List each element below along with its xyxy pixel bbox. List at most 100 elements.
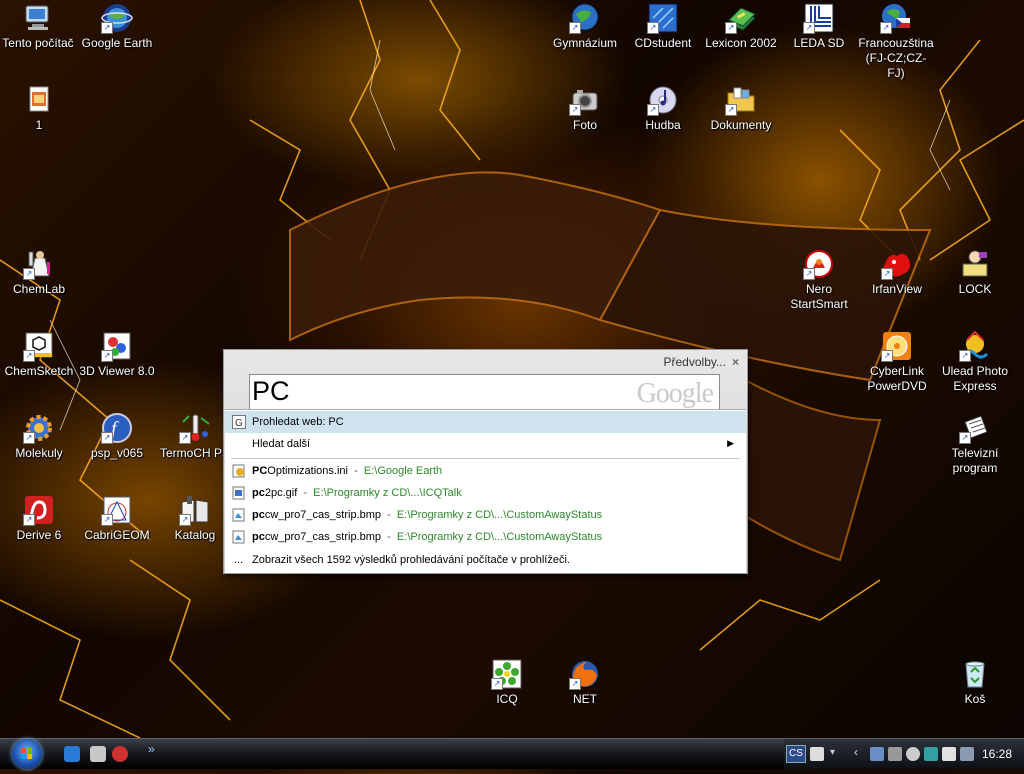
ie-quicklaunch-icon[interactable] [64,746,80,762]
desktop-icon-gymnazium[interactable]: ↗ Gymnázium [547,2,623,51]
desktop-icon-label: ChemSketch [4,364,74,378]
desktop-icon-label: psp_v065 [90,446,144,460]
result-match: pc [252,509,265,521]
device-icon[interactable] [888,747,902,761]
submenu-arrow-icon: ▶ [727,438,734,448]
search-more-row[interactable]: Hledat další ▶ [225,433,746,455]
shortcut-arrow-icon: ↗ [23,514,35,526]
shortcut-arrow-icon: ↗ [101,432,113,444]
desktop-icon-televizni-program[interactable]: ↗ Televizní program [937,412,1013,476]
desktop-icon-leda-sd[interactable]: ↗ LEDA SD [781,2,857,51]
desktop-icon-derive-6[interactable]: ↗ Derive 6 [1,494,77,543]
desktop-icon-chemsketch[interactable]: ↗ ChemSketch [1,330,77,379]
music-disc-icon: ↗ [647,84,679,116]
start-button[interactable] [12,739,42,769]
leda-icon: ↗ [803,2,835,34]
desktop-icon-lexicon-2002[interactable]: ↗ Lexicon 2002 [703,2,779,51]
flash-icon: f ↗ [101,412,133,444]
desktop-icon-molekuly[interactable]: ↗ Molekuly [1,412,77,461]
desktop-icon-this-pc[interactable]: Tento počítač [0,2,76,51]
desktop-icon-label: Koš [964,692,986,706]
volume-icon[interactable] [960,747,974,761]
tray-options-icon[interactable]: ▾ [830,747,844,761]
chemsketch-icon: ↗ [23,330,55,362]
show-all-label: Zobrazit všech 1592 výsledků prohledáván… [252,554,570,566]
options-link[interactable]: Předvolby... [664,355,726,369]
desktop-icon-termoch-ps[interactable]: ↗ TermoCH PS [157,412,233,461]
result-row[interactable]: pccw_pro7_cas_strip.bmp - E:\Programky z… [225,504,746,526]
shortcut-arrow-icon: ↗ [23,432,35,444]
desktop-icon-label: LOCK [958,282,992,296]
desktop-icon-foto[interactable]: ↗ Foto [547,84,623,133]
desktop-icon-icq[interactable]: ↗ ICQ [469,658,545,707]
speech-bubble-icon[interactable] [906,747,920,761]
security-icon[interactable] [924,747,938,761]
pen-tablet-icon[interactable] [942,747,956,761]
bmp-file-icon [232,508,246,522]
nero-icon: ↗ [803,248,835,280]
result-name: 2pc.gif [264,487,298,499]
result-text: pccw_pro7_cas_strip.bmp - E:\Programky z… [252,531,603,543]
file-icon [23,84,55,116]
desktop-icon-cabrigeom[interactable]: ↗ CabriGEOM [79,494,155,543]
desktop-icon-label: Dokumenty [710,118,772,132]
shortcut-arrow-icon: ↗ [803,22,815,34]
quicklaunch-overflow-icon[interactable]: » [148,742,155,756]
desktop-icon-recycle-bin[interactable]: Koš [937,658,1013,707]
desktop-icon-label: Tento počítač [2,36,74,50]
desktop-icon-francouzstina[interactable]: ↗ Francouzština (FJ-CZ;CZ-FJ) [858,2,934,81]
desktop-icon-label: Google Earth [81,36,153,50]
desktop-icon-label: Ulead Photo Express [941,364,1009,393]
desktop-icon-cdstudent[interactable]: ↗ CDstudent [625,2,701,51]
desktop-icon-label: Hudba [645,118,681,132]
desktop-icon-psp-v065[interactable]: f ↗ psp_v065 [79,412,155,461]
tray-expand-icon[interactable]: ‹ [854,745,868,759]
calculator-quicklaunch-icon[interactable] [90,746,106,762]
network-icon[interactable] [870,747,884,761]
show-all-row[interactable]: ... Zobrazit všech 1592 výsledků prohled… [225,549,746,571]
ellipsis-text: ... [234,554,244,566]
recycle-bin-icon [959,658,991,690]
flag-globe-icon: ↗ [880,2,912,34]
desktop-icon-ulead-photo-express[interactable]: ↗ Ulead Photo Express [937,330,1013,394]
google-g-icon: G [232,415,246,429]
help-icon[interactable] [810,747,824,761]
result-text: pc2pc.gif - E:\Programky z CD\...\ICQTal… [252,487,462,499]
desktop-icon-chemlab[interactable]: ↗ ChemLab [1,248,77,297]
app-quicklaunch-icon[interactable] [112,746,128,762]
close-icon[interactable]: × [732,355,739,369]
search-input[interactable] [252,376,622,406]
clock[interactable]: 16:28 [982,747,1012,761]
desktop-icon-dokumenty[interactable]: ↗ Dokumenty [703,84,779,133]
desktop-icon-cyberlink-powerdvd[interactable]: ↗ CyberLink PowerDVD [859,330,935,394]
desktop-icon-katalog[interactable]: ↗ Katalog [157,494,233,543]
camera-icon: ↗ [569,84,601,116]
shortcut-arrow-icon: ↗ [179,514,191,526]
desktop-icon-google-earth[interactable]: ↗ Google Earth [79,2,155,51]
catalog-book-icon: ↗ [179,494,211,526]
google-logo: Google [636,378,714,409]
desktop-icon-lock[interactable]: LOCK [937,248,1013,297]
result-row[interactable]: pccw_pro7_cas_strip.bmp - E:\Programky z… [225,526,746,548]
desktop-icon-3d-viewer[interactable]: ↗ 3D Viewer 8.0 [79,330,155,379]
dialog-topbar: Předvolby... × [664,355,740,369]
search-web-row[interactable]: G Prohledat web: PC [225,411,746,433]
desktop-icon-label: NET [573,692,597,706]
desktop-icon-nero-startsmart[interactable]: ↗ Nero StartSmart [781,248,857,312]
search-more-label: Hledat další [252,438,311,450]
search-box[interactable]: Google [249,374,720,410]
result-row[interactable]: pc2pc.gif - E:\Programky z CD\...\ICQTal… [225,482,746,504]
icq-flower-icon: ↗ [491,658,523,690]
desktop-icon-label: Lexicon 2002 [705,36,777,50]
language-indicator[interactable]: CS [786,745,806,763]
bmp-file-icon [232,530,246,544]
result-name: cw_pro7_cas_strip.bmp [264,531,382,543]
desktop-icon-net[interactable]: ↗ NET [547,658,623,707]
result-match: pc [252,487,265,499]
result-path: E:\Google Earth [363,465,443,477]
desktop-icon-irfanview[interactable]: ↗ IrfanView [859,248,935,297]
cdstudent-icon: ↗ [647,2,679,34]
result-row[interactable]: PCOptimizations.ini - E:\Google Earth [225,460,746,482]
desktop-icon-file-1[interactable]: 1 [1,84,77,133]
desktop-icon-hudba[interactable]: ↗ Hudba [625,84,701,133]
